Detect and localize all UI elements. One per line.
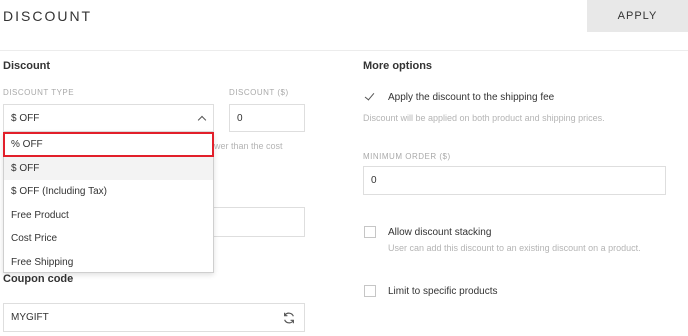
shipping-fee-label: Apply the discount to the shipping fee xyxy=(388,92,555,103)
header-divider xyxy=(0,50,688,51)
dropdown-option-free-product[interactable]: Free Product xyxy=(4,204,213,228)
discount-amount-label: DISCOUNT ($) xyxy=(229,88,289,97)
coupon-code-title: Coupon code xyxy=(3,273,74,285)
discount-type-dropdown: % OFF $ OFF $ OFF (Including Tax) Free P… xyxy=(3,132,214,273)
more-options-title: More options xyxy=(363,60,433,72)
discount-stacking-checkbox[interactable] xyxy=(364,226,376,238)
discount-type-select[interactable]: $ OFF xyxy=(3,104,214,132)
dropdown-option-free-shipping[interactable]: Free Shipping xyxy=(4,251,213,275)
minimum-order-label: MINIMUM ORDER ($) xyxy=(363,152,451,161)
discount-hint-partial: wer than the cost xyxy=(214,141,283,151)
page-title: DISCOUNT xyxy=(3,8,93,24)
dropdown-option-percent-off[interactable]: % OFF xyxy=(3,132,214,157)
dropdown-option-cost-price[interactable]: Cost Price xyxy=(4,227,213,251)
refresh-icon[interactable] xyxy=(282,311,296,325)
discount-section-title: Discount xyxy=(3,60,51,72)
shipping-fee-checkbox[interactable] xyxy=(364,91,375,102)
limit-products-label: Limit to specific products xyxy=(388,286,498,297)
coupon-code-value: MYGIFT xyxy=(11,312,49,323)
discount-stacking-label: Allow discount stacking xyxy=(388,227,492,238)
limit-products-checkbox[interactable] xyxy=(364,285,376,297)
apply-button[interactable]: APPLY xyxy=(587,0,688,32)
minimum-order-value: 0 xyxy=(371,175,377,186)
shipping-fee-hint: Discount will be applied on both product… xyxy=(363,113,605,123)
discount-amount-input[interactable]: 0 xyxy=(229,104,305,132)
dropdown-option-dollar-off-tax[interactable]: $ OFF (Including Tax) xyxy=(4,180,213,204)
minimum-order-input[interactable]: 0 xyxy=(363,166,666,195)
discount-type-selected-value: $ OFF xyxy=(11,112,40,124)
dropdown-option-dollar-off[interactable]: $ OFF xyxy=(4,156,213,180)
discount-stacking-hint: User can add this discount to an existin… xyxy=(388,243,641,253)
discount-type-label: DISCOUNT TYPE xyxy=(3,88,75,97)
coupon-code-input[interactable]: MYGIFT xyxy=(3,303,305,332)
discount-amount-value: 0 xyxy=(237,112,243,124)
chevron-up-icon xyxy=(197,115,207,124)
